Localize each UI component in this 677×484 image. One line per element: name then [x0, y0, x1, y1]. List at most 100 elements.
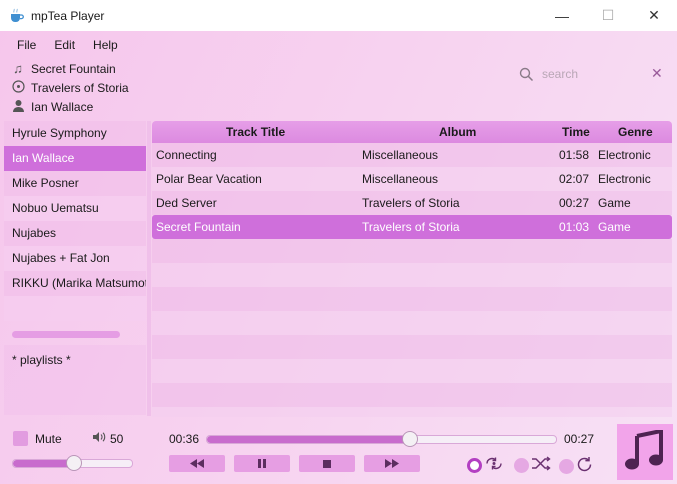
clear-search-icon[interactable]: ✕ — [651, 65, 663, 82]
track-time-cell: 02:07 — [559, 172, 590, 186]
menu-bar: File Edit Help — [8, 36, 127, 54]
stop-button[interactable] — [299, 455, 355, 472]
menu-help[interactable]: Help — [84, 36, 127, 54]
search-icon — [519, 67, 534, 82]
track-genre-cell: Electronic — [598, 148, 651, 162]
artist-item-rikku[interactable]: RIKKU (Marika Matsumoto) — [4, 271, 146, 296]
track-row[interactable]: Polar Bear Vacation Miscellaneous 02:07 … — [152, 167, 672, 191]
repeat-toggle[interactable] — [467, 456, 504, 474]
empty-row — [152, 335, 672, 359]
search-box — [519, 66, 640, 82]
close-button[interactable]: ✕ — [631, 0, 677, 31]
volume-readout: 50 — [92, 431, 123, 446]
track-genre-cell: Electronic — [598, 172, 651, 186]
track-table-header: Track Title Album Time Genre — [152, 121, 672, 143]
seek-slider[interactable] — [206, 431, 557, 447]
track-row[interactable]: Ded Server Travelers of Storia 00:27 Gam… — [152, 191, 672, 215]
search-input[interactable] — [540, 66, 640, 82]
next-icon — [385, 457, 399, 471]
loop-icon — [576, 456, 593, 476]
artist-item-nobuo-uematsu[interactable]: Nobuo Uematsu — [4, 196, 146, 221]
volume-slider-fill — [13, 460, 73, 467]
artist-list: Hyrule Symphony Ian Wallace Mike Posner … — [4, 121, 146, 341]
artist-item-nujabes-fat-jon[interactable]: Nujabes + Fat Jon — [4, 246, 146, 271]
track-album-cell: Travelers of Storia — [362, 220, 460, 234]
track-genre-cell: Game — [598, 196, 631, 210]
elapsed-time: 00:36 — [169, 432, 200, 446]
minimize-button[interactable]: — — [539, 0, 585, 31]
now-playing-artist: Ian Wallace — [10, 99, 93, 115]
empty-row — [152, 311, 672, 335]
empty-row — [152, 383, 672, 407]
person-icon — [10, 99, 26, 115]
now-playing-album: Travelers of Storia — [10, 80, 129, 96]
now-playing-artist-label: Ian Wallace — [31, 100, 94, 114]
previous-icon — [190, 457, 204, 471]
window-title: mpTea Player — [31, 8, 105, 23]
panel-splitter[interactable] — [147, 121, 151, 416]
title-bar: mpTea Player — ☐ ✕ — [0, 0, 677, 31]
playlists-label[interactable]: * playlists * — [4, 345, 146, 367]
column-header-title[interactable]: Track Title — [226, 125, 285, 139]
column-header-album[interactable]: Album — [439, 125, 476, 139]
mute-label: Mute — [35, 431, 62, 446]
artist-item-nujabes[interactable]: Nujabes — [4, 221, 146, 246]
previous-button[interactable] — [169, 455, 225, 472]
now-playing-track-label: Secret Fountain — [31, 61, 116, 76]
pause-icon — [258, 457, 266, 471]
music-note-large-icon — [625, 428, 665, 475]
track-time-cell: 01:58 — [559, 148, 590, 162]
track-table: Track Title Album Time Genre Connecting … — [152, 121, 672, 417]
empty-row — [152, 287, 672, 311]
volume-value: 50 — [110, 431, 124, 446]
next-button[interactable] — [364, 455, 420, 472]
artist-item-mike-posner[interactable]: Mike Posner — [4, 171, 146, 196]
track-genre-cell: Game — [598, 220, 631, 234]
now-playing-track: ♫ Secret Fountain — [10, 61, 116, 76]
shuffle-toggle[interactable] — [514, 456, 551, 474]
now-playing-album-label: Travelers of Storia — [31, 81, 129, 95]
volume-slider-handle[interactable] — [65, 455, 82, 471]
artist-item-hyrule-symphony[interactable]: Hyrule Symphony — [4, 121, 146, 146]
total-time: 00:27 — [564, 432, 595, 446]
track-row[interactable]: Connecting Miscellaneous 01:58 Electroni… — [152, 143, 672, 167]
shuffle-toggle-indicator[interactable] — [514, 457, 529, 473]
empty-row — [152, 263, 672, 287]
menu-file[interactable]: File — [8, 36, 45, 54]
playlists-panel: * playlists * — [4, 345, 146, 415]
track-album-cell: Miscellaneous — [362, 148, 439, 162]
loop-toggle-indicator[interactable] — [559, 458, 574, 474]
pause-button[interactable] — [234, 455, 290, 472]
track-title-cell: Connecting — [156, 148, 217, 162]
repeat-toggle-indicator[interactable] — [467, 457, 482, 473]
track-time-cell: 01:03 — [559, 220, 590, 234]
track-album-cell: Travelers of Storia — [362, 196, 460, 210]
mute-toggle[interactable]: Mute — [13, 431, 62, 446]
artist-item-empty — [4, 296, 146, 321]
column-header-genre[interactable]: Genre — [618, 125, 653, 139]
teacup-app-icon — [9, 8, 25, 24]
track-title-cell: Secret Fountain — [156, 220, 241, 234]
track-album-cell: Miscellaneous — [362, 172, 439, 186]
disc-icon — [10, 80, 26, 96]
artist-list-scrollbar[interactable] — [12, 331, 120, 338]
artist-item-ian-wallace[interactable]: Ian Wallace — [4, 146, 146, 171]
track-row-selected[interactable]: Secret Fountain Travelers of Storia 01:0… — [152, 215, 672, 239]
track-time-cell: 00:27 — [559, 196, 590, 210]
stop-icon — [323, 457, 331, 471]
volume-slider[interactable] — [12, 455, 133, 471]
seek-slider-fill — [207, 436, 410, 443]
loop-toggle[interactable] — [559, 456, 593, 476]
empty-row — [152, 407, 672, 417]
music-note-icon: ♫ — [13, 61, 23, 76]
track-title-cell: Polar Bear Vacation — [156, 172, 262, 186]
mute-checkbox[interactable] — [13, 431, 28, 446]
maximize-button[interactable]: ☐ — [585, 0, 631, 31]
empty-row — [152, 359, 672, 383]
repeat-icon — [484, 456, 504, 474]
menu-edit[interactable]: Edit — [45, 36, 84, 54]
column-header-time[interactable]: Time — [562, 125, 590, 139]
shuffle-icon — [531, 456, 551, 474]
seek-slider-handle[interactable] — [402, 431, 419, 447]
album-art — [617, 424, 673, 480]
